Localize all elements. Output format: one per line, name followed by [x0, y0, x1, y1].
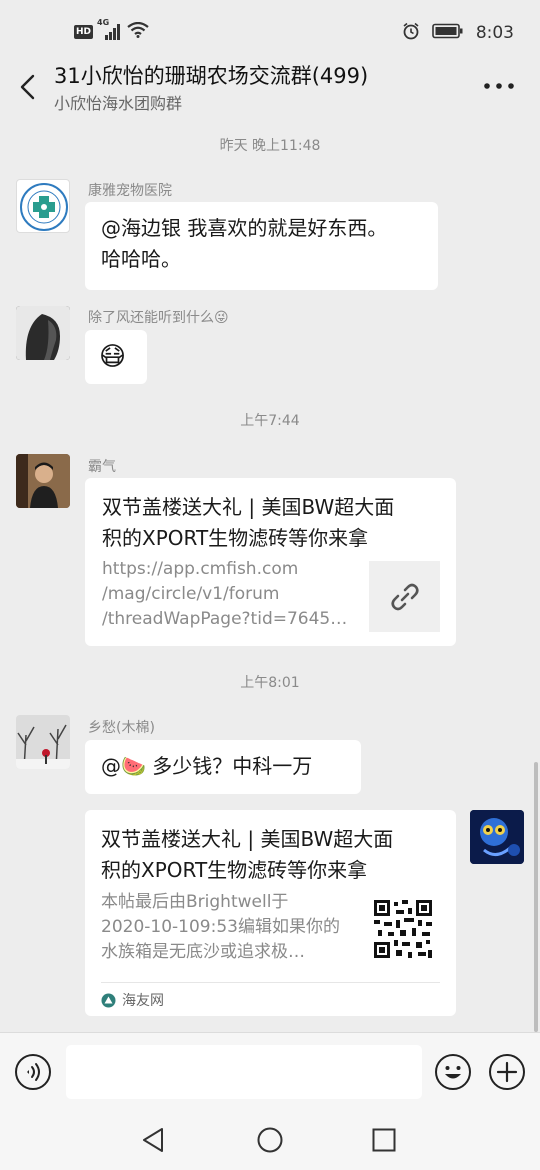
- emoji-icon: [435, 1054, 471, 1090]
- message-text: @海边银 我喜欢的就是好东西。: [101, 216, 388, 240]
- sender-name: 乡愁(木棉): [88, 720, 155, 736]
- link-card[interactable]: 双节盖楼送大礼 | 美国BW超大面 积的XPORT生物滤砖等你来拿 本帖最后由B…: [85, 810, 456, 1016]
- avatar[interactable]: [16, 454, 70, 508]
- profile-photo-icon: [470, 810, 524, 864]
- battery-icon: [432, 23, 464, 43]
- divider: [101, 982, 440, 983]
- back-arrow-icon: [20, 74, 35, 100]
- profile-photo-icon: [16, 715, 70, 769]
- emoji-button[interactable]: [434, 1053, 472, 1091]
- chat-title: 31小欣怡的珊瑚农场交流群(499): [54, 64, 369, 88]
- avatar[interactable]: [16, 179, 70, 233]
- emoji-message: 😷: [99, 342, 127, 372]
- link-url: /mag/circle/v1/forum: [102, 584, 280, 604]
- link-title: 双节盖楼送大礼 | 美国BW超大面: [102, 495, 395, 519]
- plus-icon: [489, 1054, 525, 1090]
- signal-icon: 4G: [97, 18, 121, 40]
- link-description: 2020-10-109:53编辑如果你的: [101, 917, 340, 937]
- message-bubble[interactable]: @海边银 我喜欢的就是好东西。 哈哈哈。: [85, 202, 438, 290]
- scrollbar[interactable]: [534, 762, 538, 1032]
- link-title: 积的XPORT生物滤砖等你来拿: [101, 858, 368, 882]
- message-text: 哈哈哈。: [101, 247, 181, 271]
- sender-name: 霸气: [88, 459, 116, 475]
- link-url: /threadWapPage?tid=7645…: [102, 609, 348, 629]
- link-url: https://app.cmfish.com: [102, 559, 299, 579]
- wifi-icon: [127, 21, 149, 42]
- profile-photo-icon: [16, 306, 70, 360]
- chat-subtitle: 小欣怡海水团购群: [54, 94, 183, 113]
- chat-header: 31小欣怡的珊瑚农场交流群(499) 小欣怡海水团购群: [0, 58, 540, 118]
- alarm-icon: [402, 22, 420, 44]
- link-icon: [390, 583, 419, 610]
- timestamp: 昨天 晚上11:48: [219, 138, 321, 154]
- triangle-back-icon: [143, 1128, 163, 1152]
- nav-back-button[interactable]: [138, 1124, 170, 1156]
- profile-photo-icon: [16, 454, 70, 508]
- avatar[interactable]: [16, 715, 70, 769]
- voice-icon: [15, 1054, 51, 1090]
- sender-name: 除了风还能听到什么😜: [88, 310, 229, 326]
- voice-button[interactable]: [14, 1053, 52, 1091]
- message-text: @🍉 多少钱？中科一万: [101, 754, 313, 778]
- timestamp: 上午7:44: [240, 413, 300, 429]
- avatar[interactable]: [470, 810, 524, 864]
- nav-recents-button[interactable]: [368, 1124, 400, 1156]
- link-description: 本帖最后由Brightwell于: [101, 892, 289, 912]
- link-thumbnail: [369, 561, 440, 632]
- more-button[interactable]: [482, 76, 516, 96]
- timestamp: 上午8:01: [240, 675, 300, 691]
- qr-code-icon: [372, 898, 434, 960]
- avatar[interactable]: [16, 306, 70, 360]
- back-button[interactable]: [14, 70, 44, 104]
- source-logo-icon: [101, 993, 116, 1007]
- more-functions-button[interactable]: [488, 1053, 526, 1091]
- message-bubble[interactable]: @🍉 多少钱？中科一万: [85, 740, 361, 794]
- square-recents-icon: [372, 1128, 396, 1152]
- clock: 8:03: [475, 23, 514, 43]
- link-card[interactable]: 双节盖楼送大礼 | 美国BW超大面 积的XPORT生物滤砖等你来拿 https:…: [85, 478, 456, 646]
- hospital-logo-icon: [20, 183, 68, 231]
- message-input[interactable]: [66, 1045, 422, 1099]
- sender-name: 康雅宠物医院: [88, 183, 172, 199]
- link-title: 双节盖楼送大礼 | 美国BW超大面: [101, 827, 394, 851]
- input-bar: [0, 1032, 540, 1112]
- system-nav-bar: [0, 1112, 540, 1170]
- link-description: 水族箱是无底沙或追求极…: [101, 942, 305, 962]
- status-bar: HD 4G 8:03: [0, 0, 540, 62]
- message-bubble[interactable]: 😷: [85, 330, 147, 384]
- circle-home-icon: [257, 1127, 283, 1153]
- link-source: 海友网: [122, 993, 164, 1009]
- hd-badge: HD: [74, 25, 94, 39]
- more-dots-icon: [484, 83, 514, 89]
- link-title: 积的XPORT生物滤砖等你来拿: [102, 526, 369, 550]
- nav-home-button[interactable]: [254, 1124, 286, 1156]
